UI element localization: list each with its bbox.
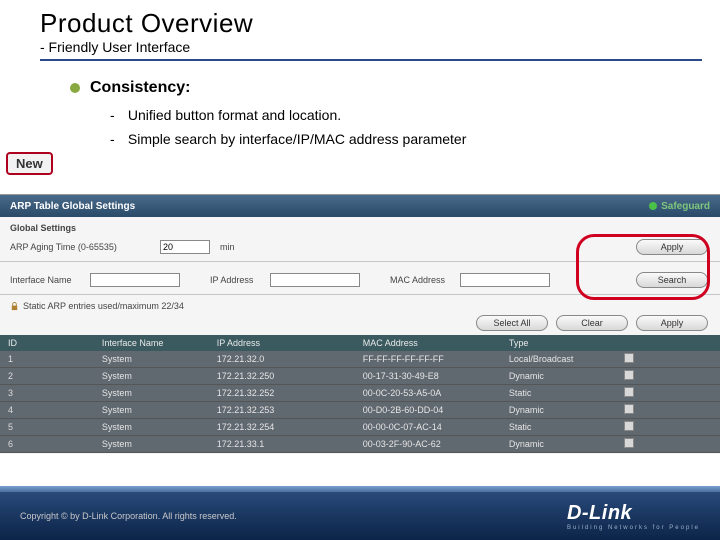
cell-select xyxy=(616,436,720,453)
search-button[interactable]: Search xyxy=(636,272,708,288)
cell-id: 4 xyxy=(0,402,94,419)
app-panel: ARP Table Global Settings Safeguard Glob… xyxy=(0,194,720,454)
lock-icon xyxy=(10,302,19,311)
bullet-sub-2: - Simple search by interface/IP/MAC addr… xyxy=(110,131,720,147)
cell-type: Static xyxy=(501,385,616,402)
cell-select xyxy=(616,368,720,385)
safeguard-dot-icon xyxy=(649,202,657,210)
cell-mac: 00-D0-2B-60-DD-04 xyxy=(355,402,501,419)
panel-title: ARP Table Global Settings xyxy=(10,201,135,212)
table-row: 1System172.21.32.0FF-FF-FF-FF-FF-FFLocal… xyxy=(0,351,720,368)
ip-address-label: IP Address xyxy=(210,275,270,285)
clear-button[interactable]: Clear xyxy=(556,315,628,331)
cell-mac: 00-17-31-30-49-E8 xyxy=(355,368,501,385)
cell-interface: System xyxy=(94,419,209,436)
page-subtitle: - Friendly User Interface xyxy=(0,39,720,57)
title-underline xyxy=(40,59,702,61)
cell-ip: 172.21.32.250 xyxy=(209,368,355,385)
global-settings-title: Global Settings xyxy=(10,223,710,233)
mac-address-label: MAC Address xyxy=(390,275,460,285)
row-checkbox[interactable] xyxy=(624,404,634,414)
cell-mac: 00-03-2F-90-AC-62 xyxy=(355,436,501,453)
row-checkbox[interactable] xyxy=(624,421,634,431)
row-checkbox[interactable] xyxy=(624,387,634,397)
col-type: Type xyxy=(501,335,616,351)
col-interface: Interface Name xyxy=(94,335,209,351)
app-header: ARP Table Global Settings Safeguard xyxy=(0,195,720,217)
cell-ip: 172.21.32.254 xyxy=(209,419,355,436)
cell-ip: 172.21.32.253 xyxy=(209,402,355,419)
cell-id: 1 xyxy=(0,351,94,368)
row-checkbox[interactable] xyxy=(624,438,634,448)
cell-type: Local/Broadcast xyxy=(501,351,616,368)
footer-copyright: Copyright © by D-Link Corporation. All r… xyxy=(20,511,237,521)
table-row: 5System172.21.32.25400-00-0C-07-AC-14Sta… xyxy=(0,419,720,436)
cell-type: Dynamic xyxy=(501,436,616,453)
safeguard-label: Safeguard xyxy=(661,201,710,212)
apply-table-button[interactable]: Apply xyxy=(636,315,708,331)
select-all-button[interactable]: Select All xyxy=(476,315,548,331)
ip-address-input[interactable] xyxy=(270,273,360,287)
cell-id: 6 xyxy=(0,436,94,453)
cell-id: 2 xyxy=(0,368,94,385)
dlink-logo-text: D-Link xyxy=(567,502,632,524)
cell-id: 3 xyxy=(0,385,94,402)
bullet-dot-icon xyxy=(70,83,80,93)
cell-interface: System xyxy=(94,351,209,368)
dlink-logo: D-Link Building Networks for People xyxy=(567,502,700,531)
global-settings-section: Global Settings ARP Aging Time (0-65535)… xyxy=(0,217,720,259)
col-ip: IP Address xyxy=(209,335,355,351)
bullet-sub-1-text: Unified button format and location. xyxy=(128,107,341,123)
interface-name-label: Interface Name xyxy=(10,275,90,285)
safeguard-badge: Safeguard xyxy=(649,201,710,212)
cell-select xyxy=(616,419,720,436)
bullet-sub-2-text: Simple search by interface/IP/MAC addres… xyxy=(128,131,466,147)
cell-select xyxy=(616,402,720,419)
apply-button[interactable]: Apply xyxy=(636,239,708,255)
cell-select xyxy=(616,351,720,368)
dlink-logo-sub: Building Networks for People xyxy=(567,525,700,531)
new-badge: New xyxy=(6,152,53,175)
col-mac: MAC Address xyxy=(355,335,501,351)
entries-row: Static ARP entries used/maximum 22/34 xyxy=(0,297,720,313)
cell-ip: 172.21.32.0 xyxy=(209,351,355,368)
cell-ip: 172.21.32.252 xyxy=(209,385,355,402)
col-id: ID xyxy=(0,335,94,351)
table-header-row: ID Interface Name IP Address MAC Address… xyxy=(0,335,720,351)
cell-type: Static xyxy=(501,419,616,436)
cell-interface: System xyxy=(94,368,209,385)
bullet-sub-1: - Unified button format and location. xyxy=(110,107,720,123)
cell-mac: 00-0C-20-53-A5-0A xyxy=(355,385,501,402)
col-select xyxy=(616,335,720,351)
bullet-consistency: Consistency: xyxy=(70,79,720,97)
aging-time-input[interactable] xyxy=(160,240,210,254)
table-row: 3System172.21.32.25200-0C-20-53-A5-0ASta… xyxy=(0,385,720,402)
entries-text: Static ARP entries used/maximum 22/34 xyxy=(23,301,184,311)
search-section: Interface Name IP Address MAC Address Se… xyxy=(0,264,720,292)
aging-time-label: ARP Aging Time (0-65535) xyxy=(10,242,160,252)
cell-id: 5 xyxy=(0,419,94,436)
row-checkbox[interactable] xyxy=(624,370,634,380)
interface-name-input[interactable] xyxy=(90,273,180,287)
cell-ip: 172.21.33.1 xyxy=(209,436,355,453)
cell-type: Dynamic xyxy=(501,402,616,419)
cell-mac: FF-FF-FF-FF-FF-FF xyxy=(355,351,501,368)
cell-mac: 00-00-0C-07-AC-14 xyxy=(355,419,501,436)
row-checkbox[interactable] xyxy=(624,353,634,363)
table-row: 2System172.21.32.25000-17-31-30-49-E8Dyn… xyxy=(0,368,720,385)
cell-interface: System xyxy=(94,385,209,402)
page-title: Product Overview xyxy=(0,0,720,39)
table-button-row: Select All Clear Apply xyxy=(0,313,720,335)
cell-interface: System xyxy=(94,436,209,453)
cell-interface: System xyxy=(94,402,209,419)
table-row: 6System172.21.33.100-03-2F-90-AC-62Dynam… xyxy=(0,436,720,453)
table-row: 4System172.21.32.25300-D0-2B-60-DD-04Dyn… xyxy=(0,402,720,419)
cell-type: Dynamic xyxy=(501,368,616,385)
cell-select xyxy=(616,385,720,402)
bullet-consistency-label: Consistency: xyxy=(90,79,190,97)
aging-time-unit: min xyxy=(220,242,235,252)
footer: Copyright © by D-Link Corporation. All r… xyxy=(0,492,720,540)
mac-address-input[interactable] xyxy=(460,273,550,287)
arp-table: ID Interface Name IP Address MAC Address… xyxy=(0,335,720,453)
